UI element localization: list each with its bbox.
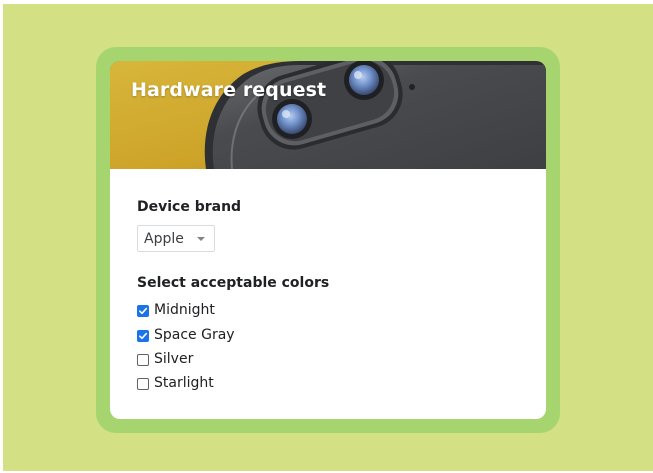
hardware-request-card: Hardware request Device brand Apple Sele… xyxy=(110,61,546,419)
checkmark-icon xyxy=(139,332,148,340)
phone-camera-photo xyxy=(110,61,546,169)
chevron-down-icon xyxy=(197,237,205,241)
checkmark-icon xyxy=(139,307,148,315)
colors-question-label: Select acceptable colors xyxy=(137,275,330,291)
midnight-checkbox[interactable] xyxy=(137,305,149,317)
silver-label: Silver xyxy=(154,351,194,367)
device-brand-select[interactable]: Apple xyxy=(137,225,215,252)
device-brand-label: Device brand xyxy=(137,199,242,215)
header-banner: Hardware request xyxy=(110,61,546,169)
space-gray-checkbox[interactable] xyxy=(137,330,149,342)
starlight-checkbox[interactable] xyxy=(137,378,149,390)
space-gray-label: Space Gray xyxy=(154,327,235,343)
midnight-label: Midnight xyxy=(154,302,215,318)
device-brand-value: Apple xyxy=(144,231,184,247)
form-title: Hardware request xyxy=(131,79,327,101)
silver-checkbox[interactable] xyxy=(137,354,149,366)
starlight-label: Starlight xyxy=(154,375,214,391)
